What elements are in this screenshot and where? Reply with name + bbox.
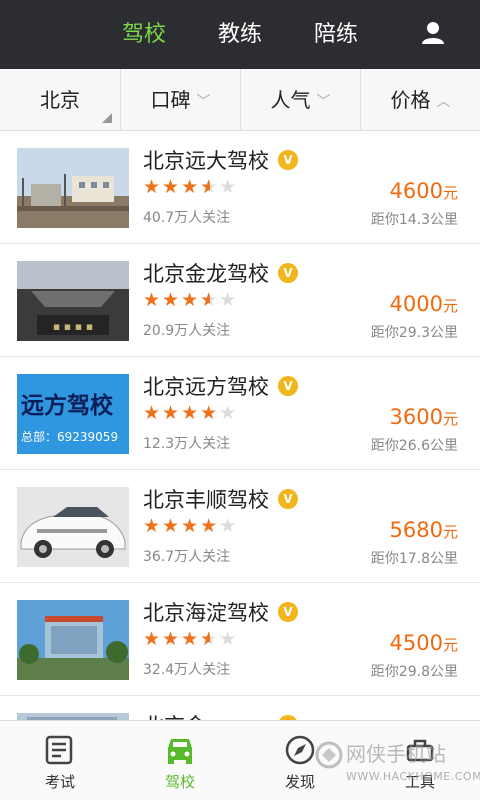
price-unit: 元 (442, 297, 458, 315)
tools-icon (404, 734, 436, 766)
school-name: 北京海淀驾校 (143, 601, 269, 625)
distance: 距你14.3公里 (370, 212, 458, 228)
school-photo (17, 713, 129, 720)
filter-price[interactable]: 价格 ︿ (360, 69, 480, 131)
nav-driving-school-label: 驾校 (164, 773, 195, 791)
top-nav-bar: 驾校 教练 陪练 (0, 0, 480, 69)
list-item[interactable]: 北京金 V (0, 696, 480, 720)
price-value: 4500 (389, 631, 443, 655)
verified-badge-icon: V (278, 150, 298, 170)
school-photo (17, 487, 129, 567)
school-name-partial: 北京金 (143, 710, 206, 720)
school-photo (17, 600, 129, 680)
distance: 距你26.6公里 (370, 438, 458, 454)
corner-triangle-icon (102, 113, 112, 123)
school-name: 北京远大驾校 (143, 149, 269, 173)
star-rating: ★★★★★★ (143, 289, 239, 311)
distance: 距你29.3公里 (370, 325, 458, 341)
school-name: 北京远方驾校 (143, 375, 269, 399)
filter-city-label: 北京 (40, 88, 80, 112)
school-photo: 远方驾校 总部：69239059 (17, 374, 129, 454)
price: 4500元 (390, 631, 458, 655)
nav-exam[interactable]: 考试 (0, 721, 120, 800)
school-photo: ▪ ▪ ▪ ▪ (17, 261, 129, 341)
verified-badge-icon: V (278, 263, 298, 283)
follow-count: 36.7万人关注 (143, 549, 231, 565)
filter-reputation[interactable]: 口碑 ﹀ (120, 69, 240, 131)
filter-reputation-label: 口碑 (150, 88, 191, 112)
nav-tools-label: 工具 (404, 773, 435, 791)
school-list[interactable]: 北京远大驾校 V ★★★★★★ 40.7万人关注 4600元 距你14.3公里 … (0, 131, 480, 720)
exam-icon (44, 734, 76, 766)
price: 4600元 (390, 179, 458, 203)
tab-practice-partner[interactable]: 陪练 (314, 0, 358, 69)
list-item[interactable]: 北京远大驾校 V ★★★★★★ 40.7万人关注 4600元 距你14.3公里 (0, 131, 480, 244)
car-icon (164, 734, 196, 766)
verified-badge-icon: V (278, 376, 298, 396)
school-photo (17, 148, 129, 228)
distance: 距你29.8公里 (370, 664, 458, 680)
verified-badge-icon: V (278, 602, 298, 622)
tab-coach[interactable]: 教练 (218, 0, 262, 69)
user-icon[interactable] (420, 20, 446, 48)
star-rating: ★★★★★★ (143, 628, 239, 650)
price: 3600元 (390, 405, 458, 429)
price-unit: 元 (442, 410, 458, 428)
nav-discover[interactable]: 发现 (240, 721, 360, 800)
nav-discover-label: 发现 (284, 773, 315, 791)
chevron-down-icon: ﹀ (316, 93, 331, 110)
follow-count: 40.7万人关注 (143, 210, 231, 226)
chevron-down-icon: ﹀ (196, 93, 211, 110)
chevron-up-icon: ︿ (436, 93, 451, 110)
filter-popularity-label: 人气 (270, 88, 311, 112)
list-item[interactable]: 北京丰顺驾校 V ★★★★★ 36.7万人关注 5680元 距你17.8公里 (0, 470, 480, 583)
svg-text:▪ ▪ ▪ ▪: ▪ ▪ ▪ ▪ (53, 320, 93, 333)
price-value: 5680 (389, 518, 443, 542)
nav-exam-label: 考试 (44, 773, 75, 791)
price: 4000元 (390, 292, 458, 316)
school-name: 北京金龙驾校 (143, 262, 269, 286)
verified-badge-icon: V (278, 489, 298, 509)
filter-bar: 北京 口碑 ﹀ 人气 ﹀ 价格 ︿ (0, 69, 480, 131)
follow-count: 20.9万人关注 (143, 323, 231, 339)
filter-price-label: 价格 (390, 88, 431, 112)
filter-city[interactable]: 北京 (0, 69, 120, 131)
star-rating: ★★★★★ (143, 515, 239, 537)
school-name: 北京丰顺驾校 (143, 488, 269, 512)
filter-popularity[interactable]: 人气 ﹀ (240, 69, 360, 131)
price-value: 4600 (389, 179, 443, 203)
photo-sign-phone: 总部：69239059 (21, 430, 119, 444)
price-unit: 元 (442, 184, 458, 202)
tab-driving-school[interactable]: 驾校 (122, 0, 166, 69)
nav-driving-school[interactable]: 驾校 (120, 721, 240, 800)
bottom-nav-bar: 考试 驾校 发现 工具 (0, 720, 480, 800)
compass-icon (284, 734, 316, 766)
nav-tools[interactable]: 工具 (360, 721, 480, 800)
distance: 距你17.8公里 (370, 551, 458, 567)
price-value: 3600 (389, 405, 443, 429)
list-item[interactable]: 远方驾校 总部：69239059 北京远方驾校 V ★★★★★ 12.3万人关注… (0, 357, 480, 470)
star-rating: ★★★★★ (143, 402, 239, 424)
follow-count: 32.4万人关注 (143, 662, 231, 678)
price-unit: 元 (442, 636, 458, 654)
star-rating: ★★★★★★ (143, 176, 239, 198)
list-item[interactable]: 北京海淀驾校 V ★★★★★★ 32.4万人关注 4500元 距你29.8公里 (0, 583, 480, 696)
price-unit: 元 (442, 523, 458, 541)
photo-sign-text: 远方驾校 (21, 393, 113, 419)
price: 5680元 (390, 518, 458, 542)
price-value: 4000 (389, 292, 443, 316)
follow-count: 12.3万人关注 (143, 436, 231, 452)
list-item[interactable]: ▪ ▪ ▪ ▪ 北京金龙驾校 V ★★★★★★ 20.9万人关注 4000元 距… (0, 244, 480, 357)
